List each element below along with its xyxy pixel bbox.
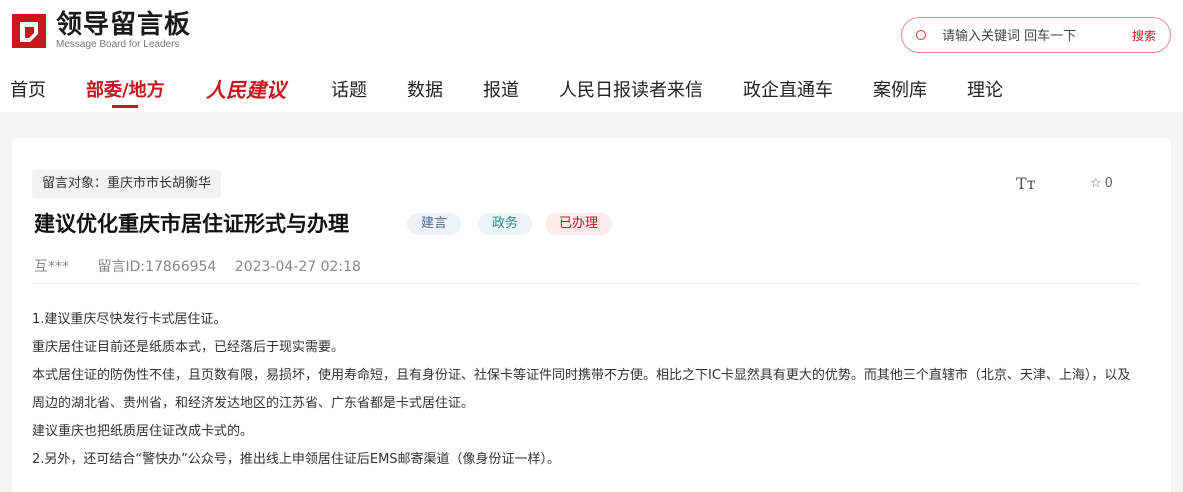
font-size-icon[interactable]: Tт (1016, 174, 1036, 193)
nav-active-indicator (112, 105, 138, 108)
search-button[interactable]: 搜索 (1132, 27, 1156, 44)
logo-mark-icon (10, 12, 48, 50)
nav-item-cases[interactable]: 案例库 (873, 76, 927, 102)
body-paragraph: 重庆居住证目前还是纸质本式，已经落后于现实需要。 (32, 340, 345, 355)
favorite-button[interactable]: ☆ 0 (1090, 176, 1113, 191)
search-input[interactable] (942, 26, 1112, 46)
tag-suggestion: 建言 (407, 213, 462, 235)
nav-item-enterprise[interactable]: 政企直通车 (743, 76, 833, 102)
nav-item-theory[interactable]: 理论 (967, 76, 1003, 102)
favorite-count: 0 (1104, 176, 1113, 191)
main-nav: 首页 部委/地方 人民建议 话题 数据 报道 人民日报读者来信 政企直通车 案例… (0, 72, 1183, 112)
nav-item-reader-letters[interactable]: 人民日报读者来信 (559, 76, 703, 102)
body-paragraph: 2.另外，还可结合“警快办”公众号，推出线上申领居住证后EMS邮寄渠道（像身份证… (32, 452, 561, 467)
nav-item-people-suggestions[interactable]: 人民建议 (206, 74, 286, 103)
message-target: 留言对象：重庆市市长胡衡华 (32, 170, 222, 198)
nav-item-ministries[interactable]: 部委/地方 (86, 76, 165, 102)
star-icon: ☆ (1090, 176, 1102, 191)
nav-item-reports[interactable]: 报道 (483, 76, 519, 102)
tag-government: 政务 (478, 213, 533, 235)
nav-item-home[interactable]: 首页 (10, 76, 46, 102)
nav-item-data[interactable]: 数据 (407, 76, 443, 102)
search-icon (916, 30, 926, 40)
divider (32, 283, 1140, 284)
message-body: 1.建议重庆尽快发行卡式居住证。 重庆居住证目前还是纸质本式，已经落后于现实需要… (32, 306, 1142, 474)
message-id: 留言ID:17866954 (97, 259, 217, 275)
message-meta: 互*** 留言ID:17866954 2023-04-27 02:18 (34, 256, 385, 276)
status-badge: 已办理 (545, 213, 613, 235)
logo-subtitle: Message Board for Leaders (56, 39, 180, 50)
message-card: 留言对象：重庆市市长胡衡华 Tт ☆ 0 建议优化重庆市居住证形式与办理 建言 政… (12, 138, 1171, 492)
body-paragraph: 1.建议重庆尽快发行卡式居住证。 (32, 312, 227, 327)
site-logo[interactable]: 领导留言板 Message Board for Leaders (10, 11, 191, 50)
body-paragraph: 建议重庆也把纸质居住证改成卡式的。 (32, 424, 254, 439)
message-title: 建议优化重庆市居住证形式与办理 (34, 211, 349, 236)
author-name: 互*** (34, 259, 69, 275)
nav-item-topics[interactable]: 话题 (331, 76, 367, 102)
site-header: 领导留言板 Message Board for Leaders 搜索 首页 部委… (0, 0, 1183, 112)
search-box: 搜索 (901, 17, 1171, 53)
body-paragraph: 本式居住证的防伪性不佳，且页数有限，易损坏，使用寿命短，且有身份证、社保卡等证件… (32, 368, 1131, 411)
logo-title: 领导留言板 (56, 10, 192, 40)
message-time: 2023-04-27 02:18 (234, 259, 361, 275)
